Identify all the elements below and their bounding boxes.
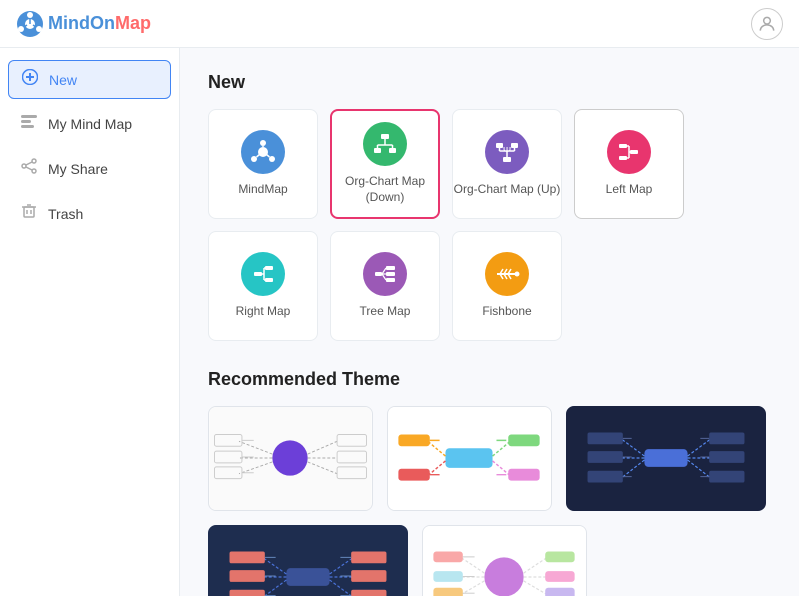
sidebar-item-new[interactable]: New [8, 60, 171, 99]
tree-map-icon [363, 252, 407, 296]
theme-section-title: Recommended Theme [208, 369, 771, 390]
logo: MindOnMap [16, 10, 151, 38]
svg-text:Ψ: Ψ [503, 146, 511, 157]
theme-card-dark[interactable] [566, 406, 766, 511]
map-card-mindmap[interactable]: MindMap [208, 109, 318, 219]
sidebar-item-new-label: New [49, 72, 77, 88]
sidebar-item-my-share-label: My Share [48, 161, 108, 177]
sidebar-item-my-mind-map-label: My Mind Map [48, 116, 132, 132]
left-map-icon [607, 130, 651, 174]
content-area: New MindMap [180, 48, 799, 596]
theme-card-dark-blue[interactable] [208, 525, 408, 596]
map-card-org-chart-down[interactable]: Org-Chart Map(Down) [330, 109, 440, 219]
sidebar: New My Mind Map [0, 48, 180, 596]
new-section-title: New [208, 72, 771, 93]
theme-card-colorful[interactable] [387, 406, 552, 511]
new-icon [21, 69, 39, 90]
fishbone-label: Fishbone [482, 304, 531, 320]
right-map-label: Right Map [236, 304, 291, 320]
sidebar-item-my-mind-map[interactable]: My Mind Map [0, 103, 179, 144]
my-mind-map-icon [20, 113, 38, 134]
mindmap-label: MindMap [238, 182, 287, 198]
main-layout: New My Mind Map [0, 48, 799, 596]
map-card-org-chart-up[interactable]: Ψ Org-Chart Map (Up) [452, 109, 562, 219]
trash-icon [20, 203, 38, 224]
map-card-tree-map[interactable]: Tree Map [330, 231, 440, 341]
map-card-right-map[interactable]: Right Map [208, 231, 318, 341]
app-header: MindOnMap [0, 0, 799, 48]
org-chart-up-icon: Ψ [485, 130, 529, 174]
sidebar-item-my-share[interactable]: My Share [0, 148, 179, 189]
sidebar-item-trash[interactable]: Trash [0, 193, 179, 234]
mindmap-icon [241, 130, 285, 174]
my-share-icon [20, 158, 38, 179]
fishbone-icon [485, 252, 529, 296]
theme-card-pastel[interactable] [422, 525, 587, 596]
theme-card-light[interactable] [208, 406, 373, 511]
right-map-icon [241, 252, 285, 296]
left-map-label: Left Map [606, 182, 653, 198]
theme-grid [208, 406, 771, 596]
tree-map-label: Tree Map [360, 304, 411, 320]
user-avatar-button[interactable] [751, 8, 783, 40]
logo-icon [16, 10, 44, 38]
org-chart-up-label: Org-Chart Map (Up) [454, 182, 561, 198]
map-card-fishbone[interactable]: Fishbone [452, 231, 562, 341]
map-card-left-map[interactable]: Left Map [574, 109, 684, 219]
org-chart-down-icon [363, 122, 407, 166]
sidebar-item-trash-label: Trash [48, 206, 83, 222]
logo-text: MindOnMap [48, 13, 151, 34]
org-chart-down-label: Org-Chart Map(Down) [345, 174, 425, 205]
map-type-grid: MindMap Org-Chart Map(Down) [208, 109, 771, 341]
